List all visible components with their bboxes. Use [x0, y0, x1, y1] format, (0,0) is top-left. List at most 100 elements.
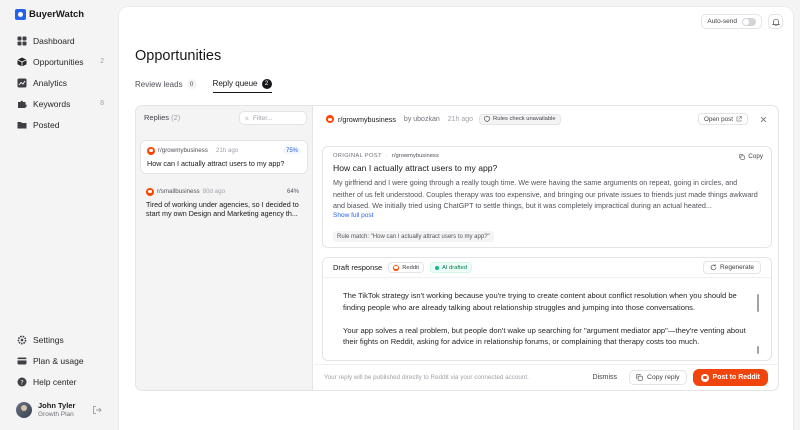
- detail-author: by ubozkan: [403, 115, 440, 123]
- copy-button[interactable]: Copy: [739, 153, 763, 160]
- tab-review-leads[interactable]: Review leads 0: [135, 75, 197, 93]
- search-icon: [245, 116, 249, 120]
- nav-label: Help center: [33, 376, 77, 387]
- nav-item-dashboard[interactable]: Dashboard: [10, 30, 110, 51]
- scrollbar-thumb[interactable]: [757, 294, 759, 312]
- gear-icon: [16, 334, 27, 345]
- brand[interactable]: BuyerWatch: [15, 9, 84, 20]
- regenerate-label: Regenerate: [720, 264, 754, 271]
- draft-response-textarea[interactable]: The TikTok strategy isn't working becaus…: [331, 284, 761, 356]
- dismiss-button[interactable]: Dismiss: [593, 374, 618, 381]
- item-title: How can I actually attract users to my a…: [147, 159, 285, 168]
- post-button-label: Post to Reddit: [712, 374, 760, 381]
- filter-input[interactable]: [253, 114, 301, 122]
- replies-count: (2): [171, 113, 181, 122]
- detail-time: 21h ago: [447, 115, 474, 123]
- item-time: 21h ago: [215, 147, 239, 154]
- draft-title: Draft response: [333, 263, 383, 272]
- main-content: Auto-send Opportunities Review leads 0 R…: [118, 6, 794, 430]
- filter-box[interactable]: [239, 111, 307, 125]
- copy-label: Copy: [748, 153, 763, 160]
- nav-item-analytics[interactable]: Analytics: [10, 72, 110, 93]
- card-icon: [16, 355, 27, 366]
- nav-label: Keywords: [33, 98, 71, 109]
- tab-label: Reply queue: [212, 79, 258, 88]
- user-name: John Tyler: [38, 401, 76, 410]
- item-meta: r/growmybusiness 21h ago 75%: [147, 146, 301, 155]
- logout-icon[interactable]: [92, 405, 102, 415]
- shield-icon: [484, 116, 490, 122]
- reddit-icon: [393, 264, 400, 271]
- bell-icon: [771, 18, 780, 26]
- tab-count-badge: 2: [261, 78, 272, 89]
- scrollbar-thumb[interactable]: [757, 346, 759, 354]
- grid-icon: [16, 35, 27, 46]
- nav-label: Opportunities: [33, 56, 84, 67]
- draft-response-card: Draft response Reddit AI drafted Regener…: [322, 257, 772, 361]
- platform-label: Reddit: [402, 264, 419, 271]
- item-score-badge: 64%: [286, 188, 299, 195]
- nav-item-help-center[interactable]: ? Help center: [10, 371, 110, 392]
- brand-logo-icon: [15, 9, 26, 20]
- nav-item-plan-usage[interactable]: Plan & usage: [10, 350, 110, 371]
- original-post-body: My girlfriend and I were going through a…: [333, 178, 758, 210]
- original-post-label: ORIGINAL POST · r/growmybusiness: [333, 153, 761, 159]
- nav-label: Plan & usage: [33, 355, 84, 366]
- original-label-text: ORIGINAL POST: [333, 153, 382, 159]
- detail-subreddit[interactable]: r/growmybusiness: [338, 115, 396, 124]
- reddit-icon: [700, 373, 709, 382]
- svg-text:?: ?: [20, 378, 23, 386]
- reddit-icon: [146, 187, 154, 196]
- sidebar: BuyerWatch Dashboard Opportunities 2 Ana…: [0, 0, 118, 430]
- original-post-title: How can I actually attract users to my a…: [333, 163, 498, 173]
- item-subreddit: r/smallbusiness: [157, 188, 200, 195]
- detail-footer: Your reply will be published directly to…: [314, 364, 778, 390]
- rules-status-label: Rules check unavailable: [493, 116, 556, 122]
- page-title: Opportunities: [135, 48, 222, 64]
- copy-icon: [636, 374, 643, 381]
- show-full-post-link[interactable]: Show full post: [333, 212, 761, 219]
- autosend-toggle[interactable]: [742, 17, 756, 26]
- close-icon[interactable]: [758, 114, 768, 124]
- item-subreddit: r/growmybusiness: [158, 147, 208, 154]
- draft-header: Draft response Reddit AI drafted Regener…: [323, 258, 771, 278]
- refresh-icon: [710, 264, 717, 271]
- rule-match-badge: Rule match: "How can I actually attract …: [333, 231, 494, 242]
- chart-icon: [16, 77, 27, 88]
- open-post-button[interactable]: Open post: [697, 113, 748, 125]
- regenerate-button[interactable]: Regenerate: [703, 261, 761, 274]
- separator: ·: [385, 153, 389, 159]
- puzzle-icon: [16, 98, 27, 109]
- avatar: [16, 401, 32, 418]
- cube-icon: [16, 56, 27, 67]
- nav-label: Posted: [33, 119, 60, 130]
- item-title: Tired of working under agencies, so I de…: [146, 200, 299, 218]
- list-item[interactable]: r/growmybusiness 21h ago 75% How can I a…: [140, 140, 308, 174]
- help-icon: ?: [16, 376, 27, 387]
- copy-icon: [739, 153, 745, 160]
- folder-icon: [16, 119, 27, 130]
- nav-item-posted[interactable]: Posted: [10, 114, 110, 135]
- tab-reply-queue[interactable]: Reply queue 2: [212, 75, 272, 93]
- ai-badge-label: AI drafted: [441, 264, 468, 271]
- post-to-reddit-button[interactable]: Post to Reddit: [692, 369, 768, 386]
- nav-item-settings[interactable]: Settings: [10, 329, 110, 350]
- bottom-nav: Settings Plan & usage ? Help center: [10, 329, 110, 392]
- user-plan: Growth Plan: [38, 411, 74, 418]
- reply-panel: Replies (2) r/growmybusiness 21h ago 75%…: [135, 105, 779, 391]
- notifications-button[interactable]: [768, 14, 783, 29]
- footer-note: Your reply will be published directly to…: [324, 374, 529, 381]
- item-score-badge: 75%: [282, 147, 301, 154]
- copy-reply-button[interactable]: Copy reply: [629, 370, 687, 385]
- original-post-card: ORIGINAL POST · r/growmybusiness Copy Ho…: [322, 146, 772, 248]
- user-profile[interactable]: John Tyler Growth Plan: [16, 401, 102, 418]
- tabs: Review leads 0 Reply queue 2: [135, 75, 272, 93]
- nav-count: 2: [100, 58, 104, 65]
- main-nav: Dashboard Opportunities 2 Analytics Keyw…: [10, 30, 110, 135]
- nav-label: Analytics: [33, 77, 68, 88]
- autosend-control[interactable]: Auto-send: [701, 14, 762, 29]
- list-item[interactable]: r/smallbusiness 80d ago 64% Tired of wor…: [140, 182, 308, 222]
- nav-item-keywords[interactable]: Keywords 8: [10, 93, 110, 114]
- replies-heading: Replies (2): [144, 113, 180, 122]
- nav-item-opportunities[interactable]: Opportunities 2: [10, 51, 110, 72]
